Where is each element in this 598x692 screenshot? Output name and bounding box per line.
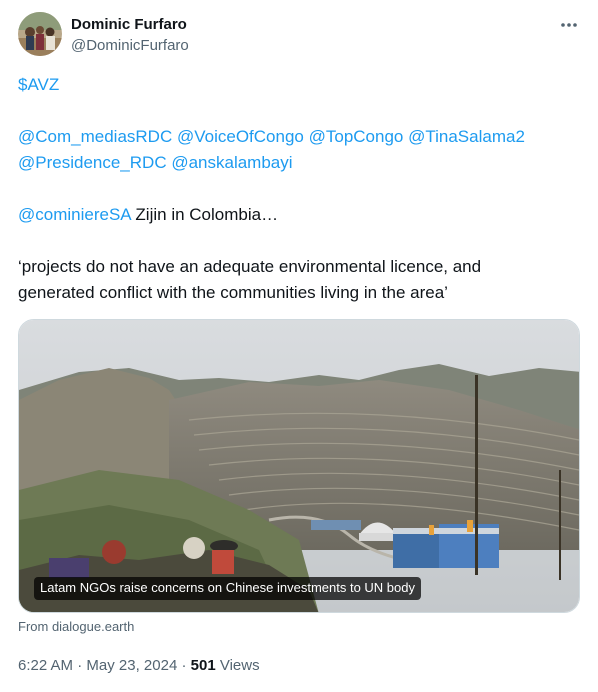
user-handle[interactable]: @DominicFurfaro [71, 36, 189, 56]
quote-line: generated conflict with the communities … [18, 283, 448, 302]
card-title: Latam NGOs raise concerns on Chinese inv… [34, 577, 422, 600]
card-image [19, 320, 579, 612]
avatar[interactable] [18, 12, 62, 56]
cashtag-link[interactable]: $AVZ [18, 75, 59, 94]
tweet-date[interactable]: May 23, 2024 [86, 657, 177, 674]
tweet-line-text: Zijin in Colombia… [130, 205, 279, 224]
tweet-time[interactable]: 6:22 AM [18, 657, 73, 674]
mention-link[interactable]: @VoiceOfCongo [177, 127, 304, 146]
mention-link[interactable]: @Presidence_RDC [18, 153, 167, 172]
mention-link[interactable]: @cominiereSA [18, 205, 131, 224]
mention-link[interactable]: @Com_mediasRDC [18, 127, 172, 146]
views-count: 501 [190, 657, 216, 674]
tweet-header: Dominic Furfaro @DominicFurfaro [18, 12, 580, 60]
more-options-button[interactable] [558, 15, 580, 35]
tweet-meta: 6:22 AM · May 23, 2024 · 501 Views [18, 656, 260, 676]
mention-link[interactable]: @anskalambayi [171, 153, 292, 172]
views-label: Views [219, 657, 260, 674]
tweet-text: $AVZ @Com_mediasRDC @VoiceOfCongo @TopCo… [18, 72, 580, 306]
avatar-image [18, 12, 62, 56]
mentions-row-2: @Presidence_RDC @anskalambayi [18, 150, 580, 176]
card-source[interactable]: From dialogue.earth [18, 619, 134, 635]
more-horizontal-icon [561, 23, 577, 27]
mention-link[interactable]: @TinaSalama2 [408, 127, 525, 146]
display-name[interactable]: Dominic Furfaro [71, 15, 189, 35]
meta-separator: · [181, 657, 187, 674]
meta-separator: · [77, 657, 83, 674]
mention-link[interactable]: @TopCongo [309, 127, 404, 146]
tweet-line-zijin: @cominiereSA Zijin in Colombia… [18, 202, 580, 228]
link-preview-card[interactable]: Latam NGOs raise concerns on Chinese inv… [18, 319, 580, 613]
mentions-row-1: @Com_mediasRDC @VoiceOfCongo @TopCongo @… [18, 124, 580, 150]
quote-line: ‘projects do not have an adequate enviro… [18, 257, 482, 276]
